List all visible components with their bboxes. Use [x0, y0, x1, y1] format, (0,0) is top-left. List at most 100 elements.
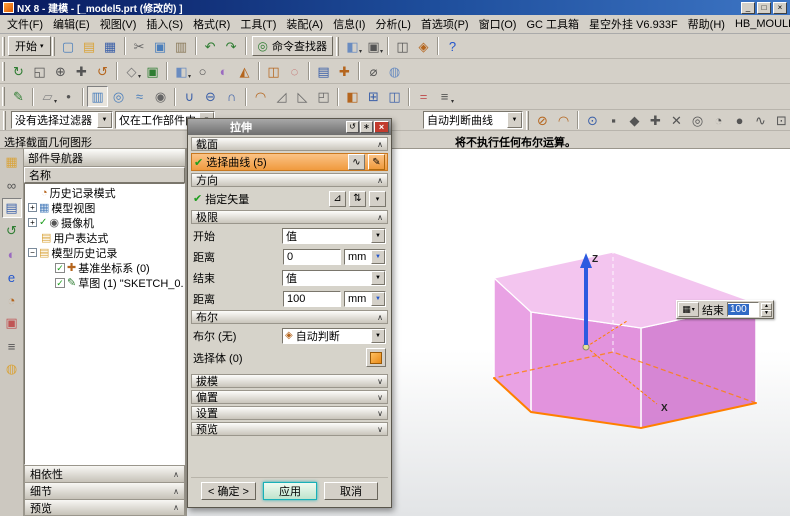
dropdown-arrow-icon[interactable]: ▼ [371, 228, 385, 243]
minimize-button[interactable]: _ [741, 1, 755, 14]
settings-group-header[interactable]: 设置 ∨ [191, 406, 388, 420]
menu-item[interactable]: 首选项(P) [416, 14, 474, 34]
menu-item[interactable]: HB_MOULD M6.6 [730, 16, 790, 32]
toolbar-grip[interactable] [2, 61, 5, 81]
dialog-reset-button[interactable]: ↺ [346, 121, 359, 133]
select-body-row[interactable]: 选择体 (0) [191, 347, 388, 368]
process-studio-icon[interactable]: ▣ [2, 313, 22, 333]
end-point-icon[interactable]: ▪ [603, 110, 624, 131]
end-distance-field[interactable]: 100 [727, 302, 759, 317]
more-icon[interactable]: ≡ ▾ [434, 86, 455, 107]
manage-templates-icon[interactable]: ≡ [2, 336, 22, 356]
specify-vector-row[interactable]: ✔ 指定矢量 ⊿ ⇅ ▾ [191, 189, 388, 208]
toolbar-grip[interactable] [336, 36, 339, 56]
selection-filter-dropdown[interactable]: 没有选择过滤器 ▼ [11, 111, 113, 129]
chamfer-icon[interactable]: ◿ [271, 86, 292, 107]
face-analysis-icon[interactable]: ◭ [234, 61, 255, 82]
menu-item[interactable]: 格式(R) [188, 14, 235, 34]
hd3d-tools-icon[interactable]: ◐ [2, 244, 22, 264]
help-icon[interactable]: ? [442, 36, 463, 57]
section-view-icon[interactable]: ◫ [263, 61, 284, 82]
snapshot-icon[interactable]: ▣ [142, 61, 163, 82]
toolbar-grip[interactable] [51, 36, 55, 56]
maximize-button[interactable]: □ [757, 1, 771, 14]
draft-group-header[interactable]: 拔模 ∨ [191, 374, 388, 388]
follow-fillet-icon[interactable]: ◠ [553, 110, 574, 131]
reuse-library-icon[interactable]: ↺ [2, 221, 22, 241]
window-icon[interactable]: ▣ ▾ [363, 36, 384, 57]
select-curve-row[interactable]: ✔ 选择曲线 (5) ∿ ✎ [191, 153, 388, 171]
menu-item[interactable]: 帮助(H) [683, 14, 730, 34]
pan-icon[interactable]: ✚ [71, 61, 92, 82]
part-navigator-icon[interactable]: ▤ [1, 198, 22, 218]
spin-up-icon[interactable]: ▲ [761, 302, 772, 310]
tree-item[interactable]: − ▤ 模型历史记录 [25, 245, 184, 260]
formula-dropdown-button[interactable]: ▦ ▾ [678, 302, 699, 317]
hole-icon[interactable]: ◉ [150, 86, 171, 107]
expand-box[interactable]: + [28, 203, 37, 212]
studio-render-icon[interactable]: ◐ [213, 61, 234, 82]
sketch-icon[interactable]: ✎ [8, 86, 29, 107]
dialog-close-button[interactable]: × [374, 121, 389, 133]
refresh-icon[interactable]: ↻ [8, 61, 29, 82]
menu-item[interactable]: 信息(I) [328, 14, 370, 34]
point-icon[interactable]: • [58, 86, 79, 107]
dialog-title-bar[interactable]: 拉伸 ↺ ∗ × [188, 119, 391, 135]
gc-toolbox-icon[interactable]: ◈ [413, 36, 434, 57]
curve-button[interactable]: ∿ [348, 154, 365, 170]
draft-icon[interactable]: ◺ [292, 86, 313, 107]
open-icon[interactable]: ▤ [79, 36, 100, 57]
end-distance-unit-dropdown[interactable]: mm ▼ [344, 290, 386, 307]
dropdown-arrow-icon[interactable]: ▼ [371, 249, 385, 264]
menu-item[interactable]: 工具(T) [235, 14, 281, 34]
menu-item[interactable]: 星空外挂 V6.933F [584, 14, 683, 34]
point-on-surface-icon[interactable]: ⊡ [771, 110, 790, 131]
wireframe-icon[interactable]: ○ [192, 61, 213, 82]
dependencies-panel[interactable]: 相依性 ∧ [24, 465, 185, 482]
boolean-dropdown[interactable]: ◈ 自动判断 ▼ [282, 327, 386, 344]
end-distance-value[interactable]: 100 [728, 304, 749, 315]
spin-down-icon[interactable]: ▼ [761, 309, 772, 317]
toolbar-grip[interactable] [526, 110, 529, 130]
preview-group-header[interactable]: 预览 ∨ [191, 422, 388, 436]
menu-item[interactable]: 文件(F) [2, 14, 48, 34]
copy-icon[interactable]: ▣ [150, 36, 171, 57]
snap-point-icon[interactable]: ⊙ [582, 110, 603, 131]
edge-blend-icon[interactable]: ◠ [250, 86, 271, 107]
start-distance-value[interactable] [284, 250, 340, 263]
history-palette-icon[interactable]: ◔ [2, 290, 22, 310]
revolve-icon[interactable]: ◎ [108, 86, 129, 107]
tree-checkbox[interactable]: ✓ [55, 277, 65, 288]
extrude-preview-solid[interactable] [492, 251, 759, 429]
shell-icon[interactable]: ◰ [313, 86, 334, 107]
end-distance-value[interactable] [284, 292, 340, 305]
trim-body-icon[interactable]: ◧ [342, 86, 363, 107]
start-distance-input[interactable] [283, 248, 341, 265]
end-distance-input[interactable] [283, 290, 341, 307]
menu-item[interactable]: GC 工具箱 [521, 14, 584, 34]
start-button[interactable]: 开始 ▾ [8, 36, 51, 56]
existing-point-icon[interactable]: ● [729, 110, 750, 131]
display-mode-icon[interactable]: ◧ ▾ [342, 36, 363, 57]
apply-button[interactable]: 应用 [262, 482, 317, 500]
shaded-with-edges-icon[interactable]: ◧ ▾ [171, 61, 192, 82]
web-browser-icon[interactable]: e [2, 267, 22, 287]
toolbar-grip[interactable] [2, 87, 5, 106]
boolean-group-header[interactable]: 布尔 ∧ [191, 310, 388, 324]
mid-point-icon[interactable]: ◆ [624, 110, 645, 131]
section-group-header[interactable]: 截面 ∧ [191, 137, 388, 151]
toolbar-grip[interactable] [3, 110, 6, 130]
menu-item[interactable]: 分析(L) [370, 14, 415, 34]
direction-group-header[interactable]: 方向 ∧ [191, 173, 388, 187]
stop-at-intersection-icon[interactable]: ⊘ [532, 110, 553, 131]
vector-dialog-button[interactable]: ⊿ [329, 190, 346, 207]
view-layout-icon[interactable]: ◫ [392, 36, 413, 57]
tree-item[interactable]: + ▦ 模型视图 [25, 200, 184, 215]
assembly-navigator-icon[interactable]: ▦ [2, 152, 22, 172]
menu-item[interactable]: 插入(S) [141, 14, 188, 34]
zoom-icon[interactable]: ⊕ [50, 61, 71, 82]
dropdown-arrow-icon[interactable]: ▼ [97, 112, 112, 128]
quadrant-point-icon[interactable]: ◔ [708, 110, 729, 131]
details-panel[interactable]: 细节 ∧ [24, 482, 185, 499]
navigator-column-header[interactable]: 名称 [24, 167, 185, 183]
